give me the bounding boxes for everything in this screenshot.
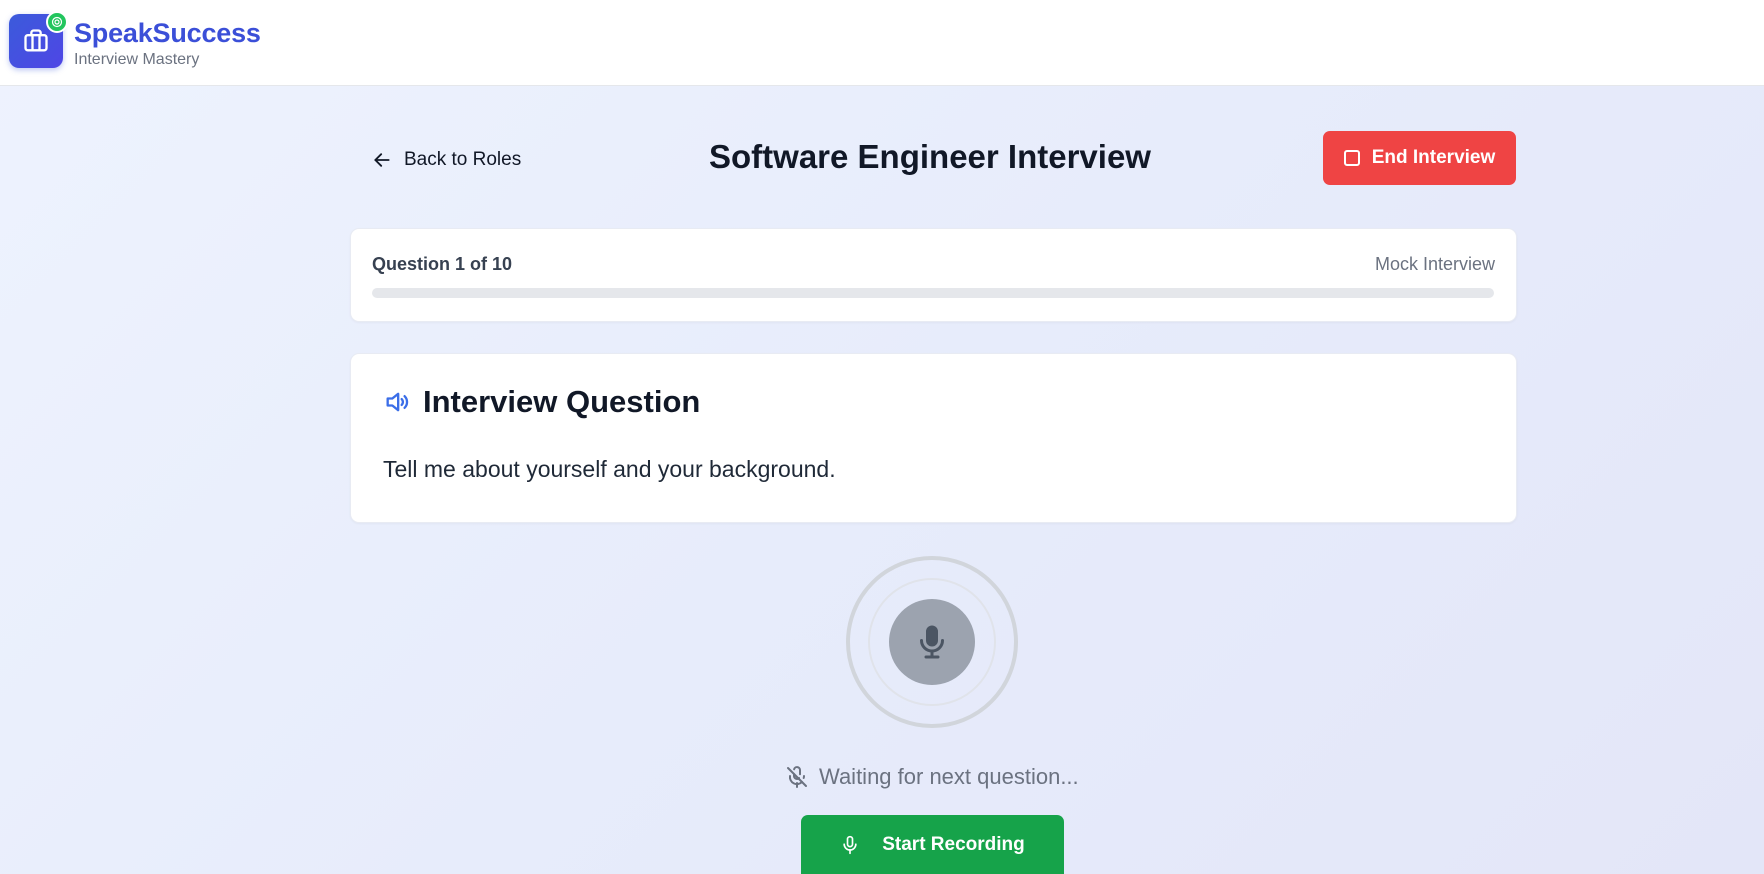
speaker-icon[interactable] bbox=[383, 388, 411, 416]
mic-visualizer bbox=[889, 599, 975, 685]
progress-bar bbox=[372, 288, 1494, 298]
arrow-left-icon bbox=[374, 153, 390, 167]
status-text: Waiting for next question... bbox=[819, 764, 1079, 789]
back-to-roles-link[interactable]: Back to Roles bbox=[372, 145, 521, 175]
briefcase-icon bbox=[24, 29, 48, 52]
recording-status: Waiting for next question... bbox=[785, 763, 1085, 791]
question-counter: Question 1 of 10 bbox=[372, 254, 513, 274]
question-card: Interview Question Tell me about yoursel… bbox=[350, 353, 1517, 523]
mic-off-icon bbox=[787, 766, 807, 788]
brand-tagline: Interview Mastery bbox=[74, 51, 200, 68]
page-title: Software Engineer Interview bbox=[709, 138, 1151, 175]
question-heading: Interview Question bbox=[423, 384, 701, 419]
progress-card: Question 1 of 10 Mock Interview bbox=[350, 228, 1517, 322]
target-icon bbox=[46, 11, 68, 33]
brand-name[interactable]: SpeakSuccess bbox=[74, 18, 261, 49]
end-interview-button[interactable]: End Interview bbox=[1323, 131, 1516, 185]
back-link-label: Back to Roles bbox=[404, 149, 522, 170]
square-icon bbox=[1343, 150, 1360, 166]
microphone-icon bbox=[920, 625, 944, 659]
microphone-icon bbox=[843, 835, 857, 854]
interview-mode-label: Mock Interview bbox=[1374, 254, 1495, 274]
question-header: Interview Question bbox=[383, 384, 700, 420]
start-recording-button[interactable]: Start Recording bbox=[801, 815, 1064, 874]
end-interview-label: End Interview bbox=[1371, 147, 1496, 168]
question-text: Tell me about yourself and your backgrou… bbox=[383, 456, 836, 482]
start-recording-label: Start Recording bbox=[882, 833, 1025, 855]
top-navigation-bar: SpeakSuccess Interview Mastery bbox=[0, 0, 1764, 86]
